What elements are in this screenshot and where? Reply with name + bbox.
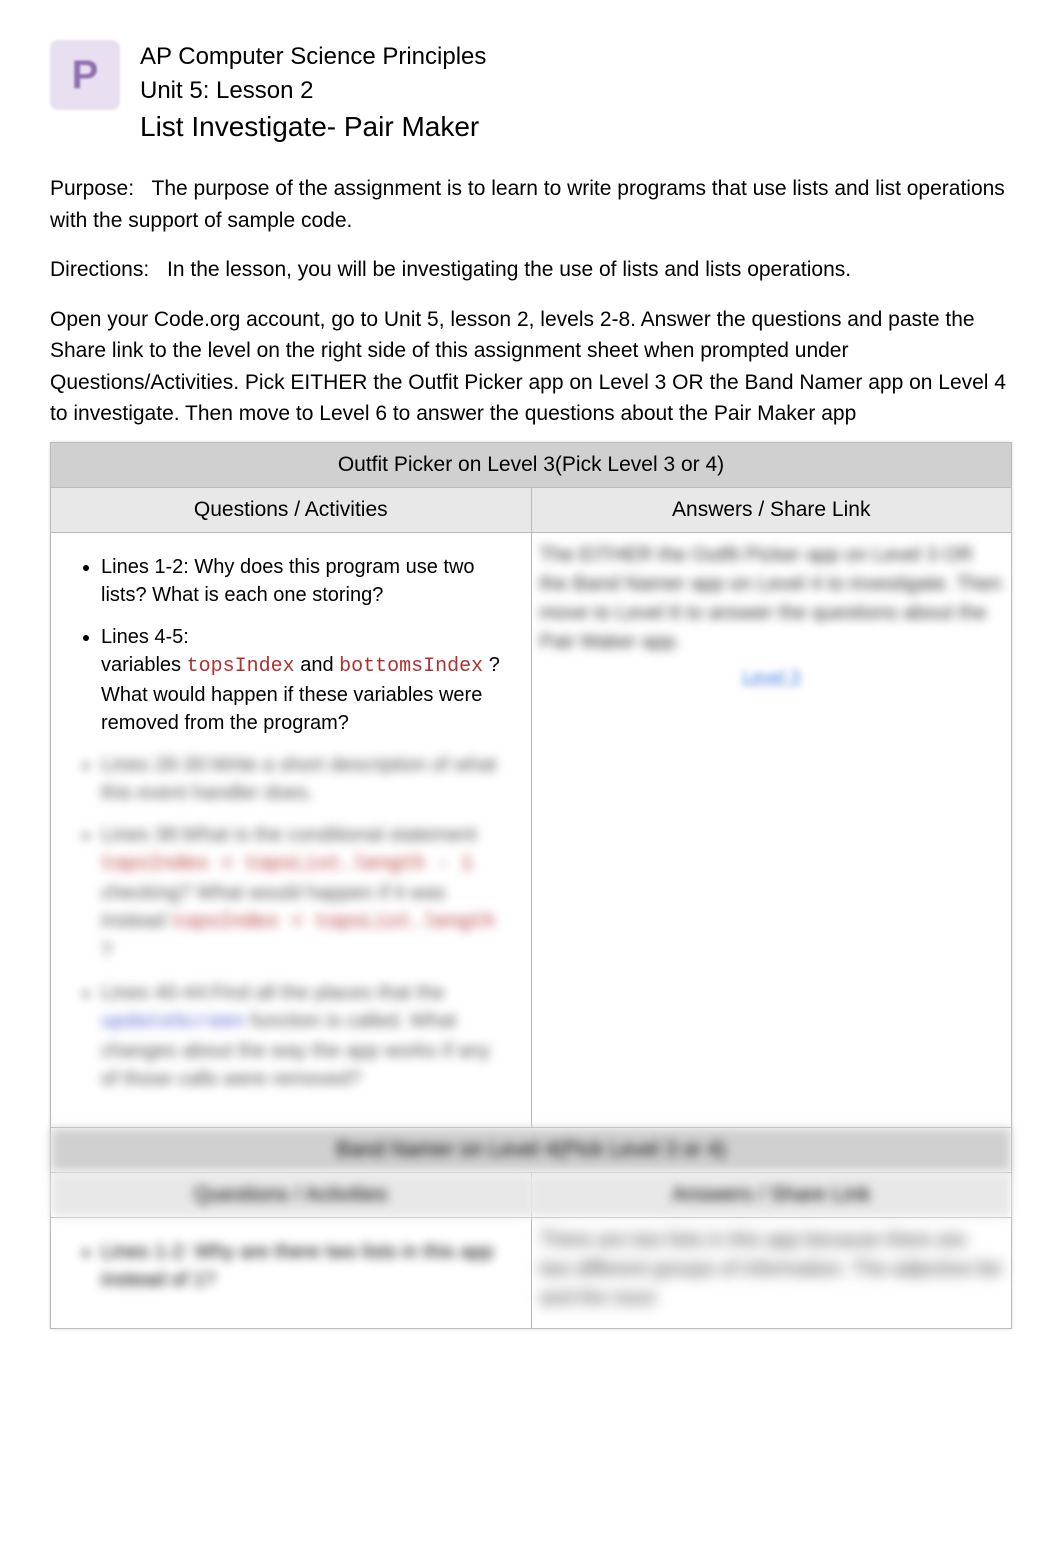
purpose-label: Purpose: [50,173,134,205]
code-var-bottomsindex: bottomsIndex [339,655,483,678]
questions-cell-1: Lines 1-2: Why does this program use two… [51,532,532,1127]
unit-line: Unit 5: Lesson 2 [140,74,486,108]
q1-li1: Lines 1-2: Why does this program use two… [101,553,511,609]
col2-questions-header: Questions / Activities [51,1172,532,1217]
purpose-text: The purpose of the assignment is to lear… [50,177,1005,232]
col2-answers-header: Answers / Share Link [531,1172,1012,1217]
answer2-blurred-text: There are two lists in this app because … [540,1226,1004,1313]
directions-label: Directions: [50,254,149,286]
worksheet-table: Outfit Picker on Level 3(Pick Level 3 or… [50,442,1012,1329]
answers-cell-1: The EITHER the Outfit Picker app on Leve… [531,532,1012,1127]
q1-li5-blurred: Lines 40-44:Find all the places that the… [101,979,511,1093]
section2-header: Band Namer on Level 4(Pick Level 3 or 4) [51,1127,1012,1172]
q1-li3-blurred: Lines 28-30:Write a short description of… [101,751,511,807]
section1-header: Outfit Picker on Level 3(Pick Level 3 or… [51,442,1012,487]
q1-li2: Lines 4-5: variables topsIndex and botto… [101,623,511,737]
directions-text: In the lesson, you will be investigating… [167,258,851,281]
answers-cell-2: There are two lists in this app because … [531,1217,1012,1328]
instructions-block: Open your Code.org account, go to Unit 5… [50,304,1012,430]
header-text: AP Computer Science Principles Unit 5: L… [140,40,486,143]
q1-li4-blurred: Lines 38:What is the conditional stateme… [101,821,511,965]
answer1-blurred-text: The EITHER the Outfit Picker app on Leve… [540,541,1004,657]
directions-block: Directions: In the lesson, you will be i… [50,254,1012,286]
course-name: AP Computer Science Principles [140,40,486,74]
col-questions-header: Questions / Activities [51,487,532,532]
questions-cell-2: Lines 1-2: Why are there two lists in th… [51,1217,532,1328]
page-title: List Investigate- Pair Maker [140,111,486,143]
purpose-block: Purpose: The purpose of the assignment i… [50,173,1012,236]
code-var-topsindex: topsIndex [187,655,295,678]
logo-icon: P [50,40,120,110]
answer1-link[interactable]: Level 3 [540,667,1004,688]
col-answers-header: Answers / Share Link [531,487,1012,532]
q2-li1: Lines 1-2: Why are there two lists in th… [101,1238,511,1294]
